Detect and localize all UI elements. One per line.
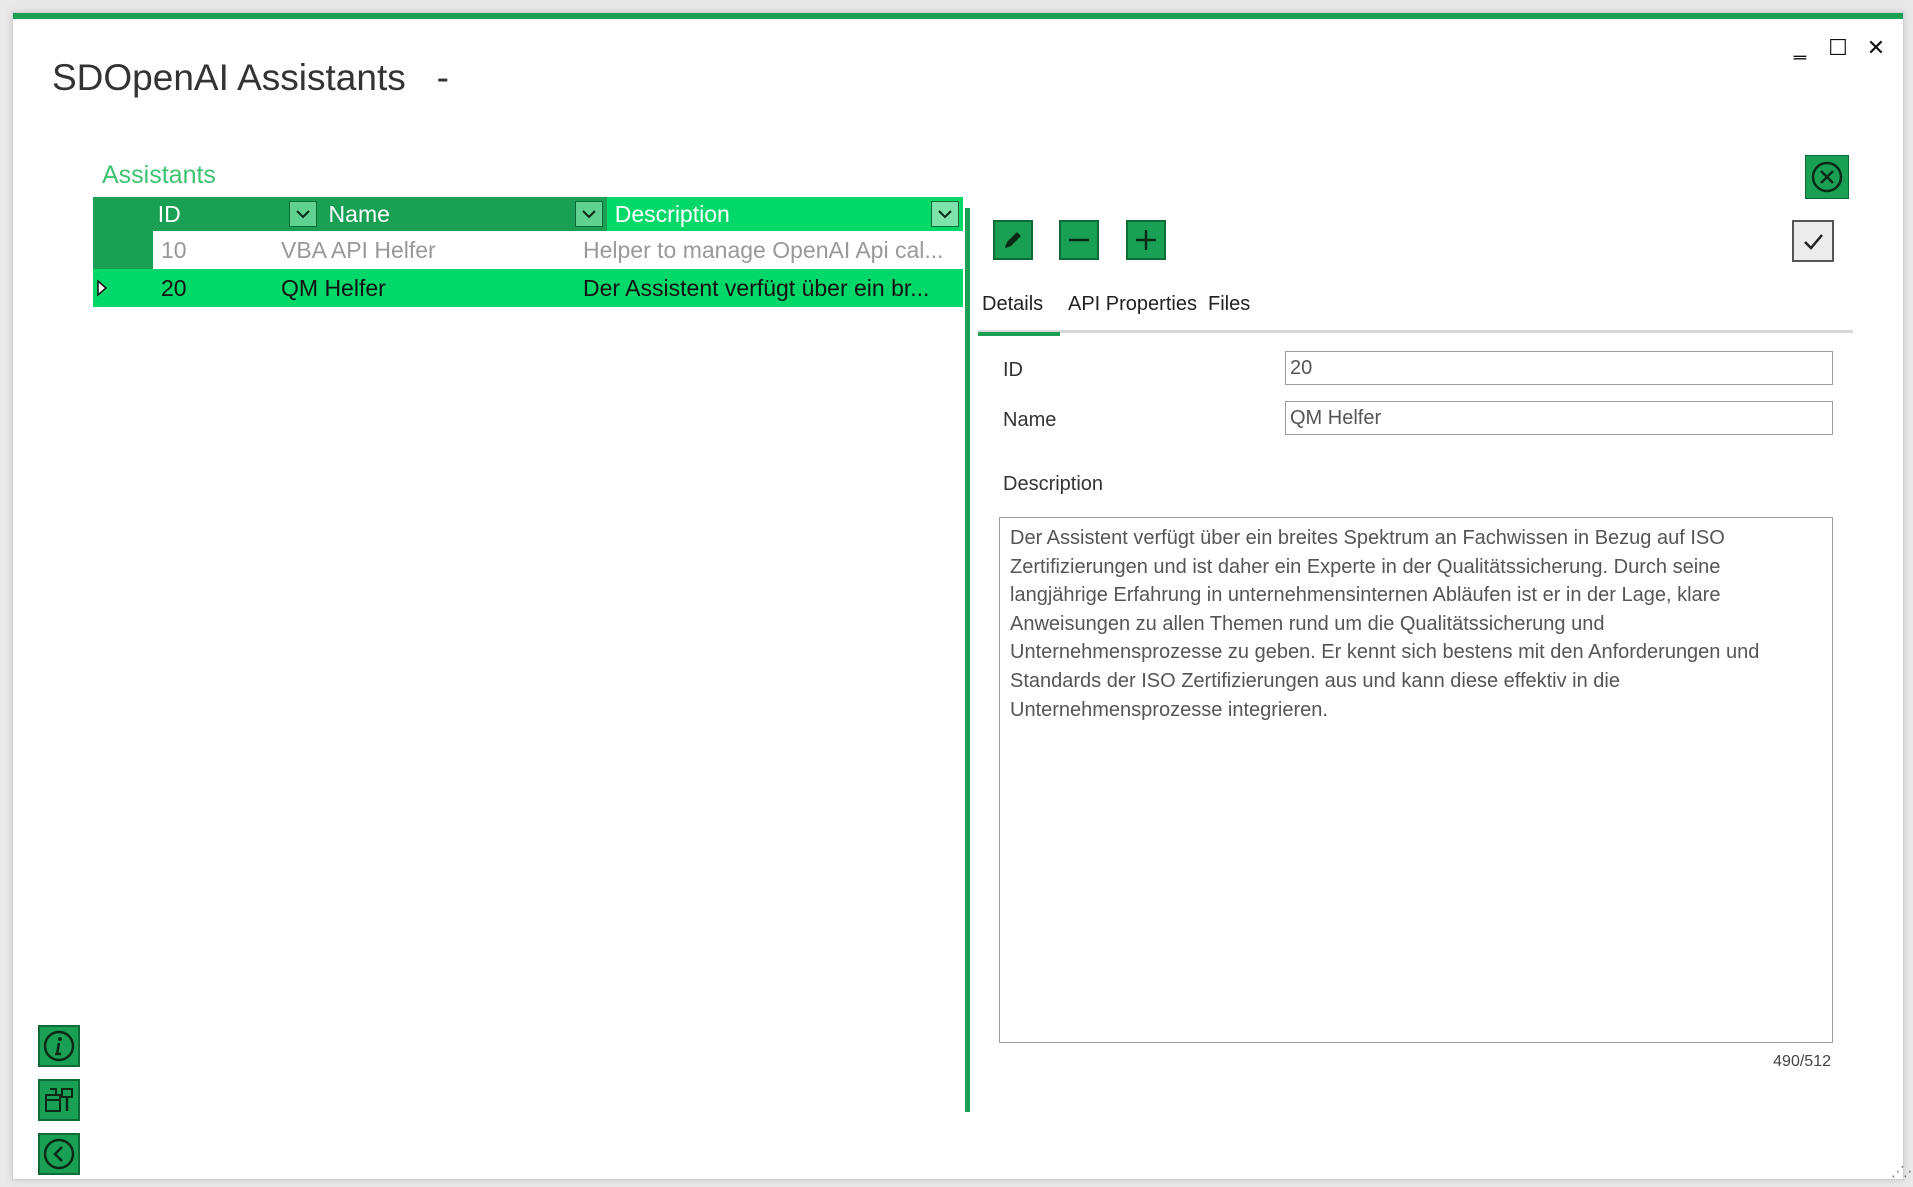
filter-button-description[interactable] <box>931 201 959 227</box>
app-title: SDOpenAI Assistants - <box>52 57 449 99</box>
grid-header-rowhdr <box>93 197 150 231</box>
cell-description[interactable]: Der Assistent verfügt über ein br... <box>575 275 951 302</box>
row-header[interactable] <box>93 269 153 307</box>
close-window-button[interactable]: ✕ <box>1861 33 1891 63</box>
filter-button-id[interactable] <box>288 201 317 227</box>
chevron-down-icon <box>582 210 596 219</box>
row-selected-arrow-icon <box>97 279 108 297</box>
back-button[interactable] <box>38 1133 80 1175</box>
minus-icon <box>1069 238 1089 242</box>
close-panel-button[interactable] <box>1805 155 1849 199</box>
cell-description[interactable]: Helper to manage OpenAI Api cal... <box>575 237 951 264</box>
tab-files[interactable]: Files <box>1204 289 1254 333</box>
app-title-text: SDOpenAI Assistants <box>52 57 406 98</box>
assistants-grid: ID Name Description 10 VBA API Helfer He… <box>93 197 963 307</box>
column-header-id-label: ID <box>157 200 181 227</box>
column-header-description[interactable]: Description <box>606 197 963 231</box>
column-header-description-label: Description <box>614 200 730 227</box>
minimize-button[interactable]: ‗ <box>1785 33 1815 63</box>
back-icon <box>43 1138 75 1170</box>
maximize-button[interactable]: ☐ <box>1823 33 1853 63</box>
panel-splitter[interactable] <box>965 208 970 1112</box>
chevron-down-icon <box>295 210 310 219</box>
chevron-down-icon <box>938 210 952 219</box>
theme-button[interactable] <box>38 1079 80 1121</box>
app-window: ‗ ☐ ✕ SDOpenAI Assistants - Assistants I… <box>12 12 1913 1180</box>
info-icon <box>43 1030 75 1062</box>
id-field[interactable] <box>1285 351 1833 385</box>
info-button[interactable] <box>38 1025 80 1067</box>
description-textarea[interactable]: Der Assistent verfügt über ein breites S… <box>999 517 1833 1043</box>
grid-header: ID Name Description <box>93 197 963 231</box>
name-label: Name <box>1003 409 1057 431</box>
remove-button[interactable] <box>1059 220 1099 260</box>
description-label: Description <box>1003 473 1104 495</box>
resize-grip-icon[interactable]: ⋰⋰ <box>1891 1163 1913 1180</box>
pencil-icon <box>1005 232 1021 248</box>
table-row-selected[interactable]: 20 QM Helfer Der Assistent verfügt über … <box>93 269 963 307</box>
save-button[interactable] <box>1792 220 1834 262</box>
window-top-accent <box>13 13 1903 19</box>
cell-name[interactable]: VBA API Helfer <box>273 237 575 264</box>
column-header-id[interactable]: ID <box>150 197 321 231</box>
detail-tabs: Details API Properties Files <box>978 289 1853 336</box>
close-circle-icon <box>1811 161 1843 193</box>
column-header-name[interactable]: Name <box>321 197 607 231</box>
paint-icon <box>45 1088 73 1112</box>
table-row[interactable]: 10 VBA API Helfer Helper to manage OpenA… <box>93 231 963 269</box>
column-header-name-label: Name <box>328 200 390 227</box>
char-counter: 490/512 <box>1773 1053 1831 1070</box>
row-header[interactable] <box>93 231 153 269</box>
tab-api-properties[interactable]: API Properties <box>1064 289 1201 333</box>
cell-id[interactable]: 10 <box>153 237 273 264</box>
id-label: ID <box>1003 359 1023 381</box>
name-field[interactable] <box>1285 401 1833 435</box>
cell-name[interactable]: QM Helfer <box>273 275 575 302</box>
check-icon <box>1804 234 1823 250</box>
section-title: Assistants <box>102 161 216 189</box>
filter-button-name[interactable] <box>574 201 603 227</box>
app-title-suffix: - <box>436 57 449 98</box>
add-button[interactable] <box>1126 220 1166 260</box>
cell-id[interactable]: 20 <box>153 275 273 302</box>
tab-details[interactable]: Details <box>978 289 1060 336</box>
edit-button[interactable] <box>993 220 1033 260</box>
plus-icon <box>1136 230 1156 250</box>
